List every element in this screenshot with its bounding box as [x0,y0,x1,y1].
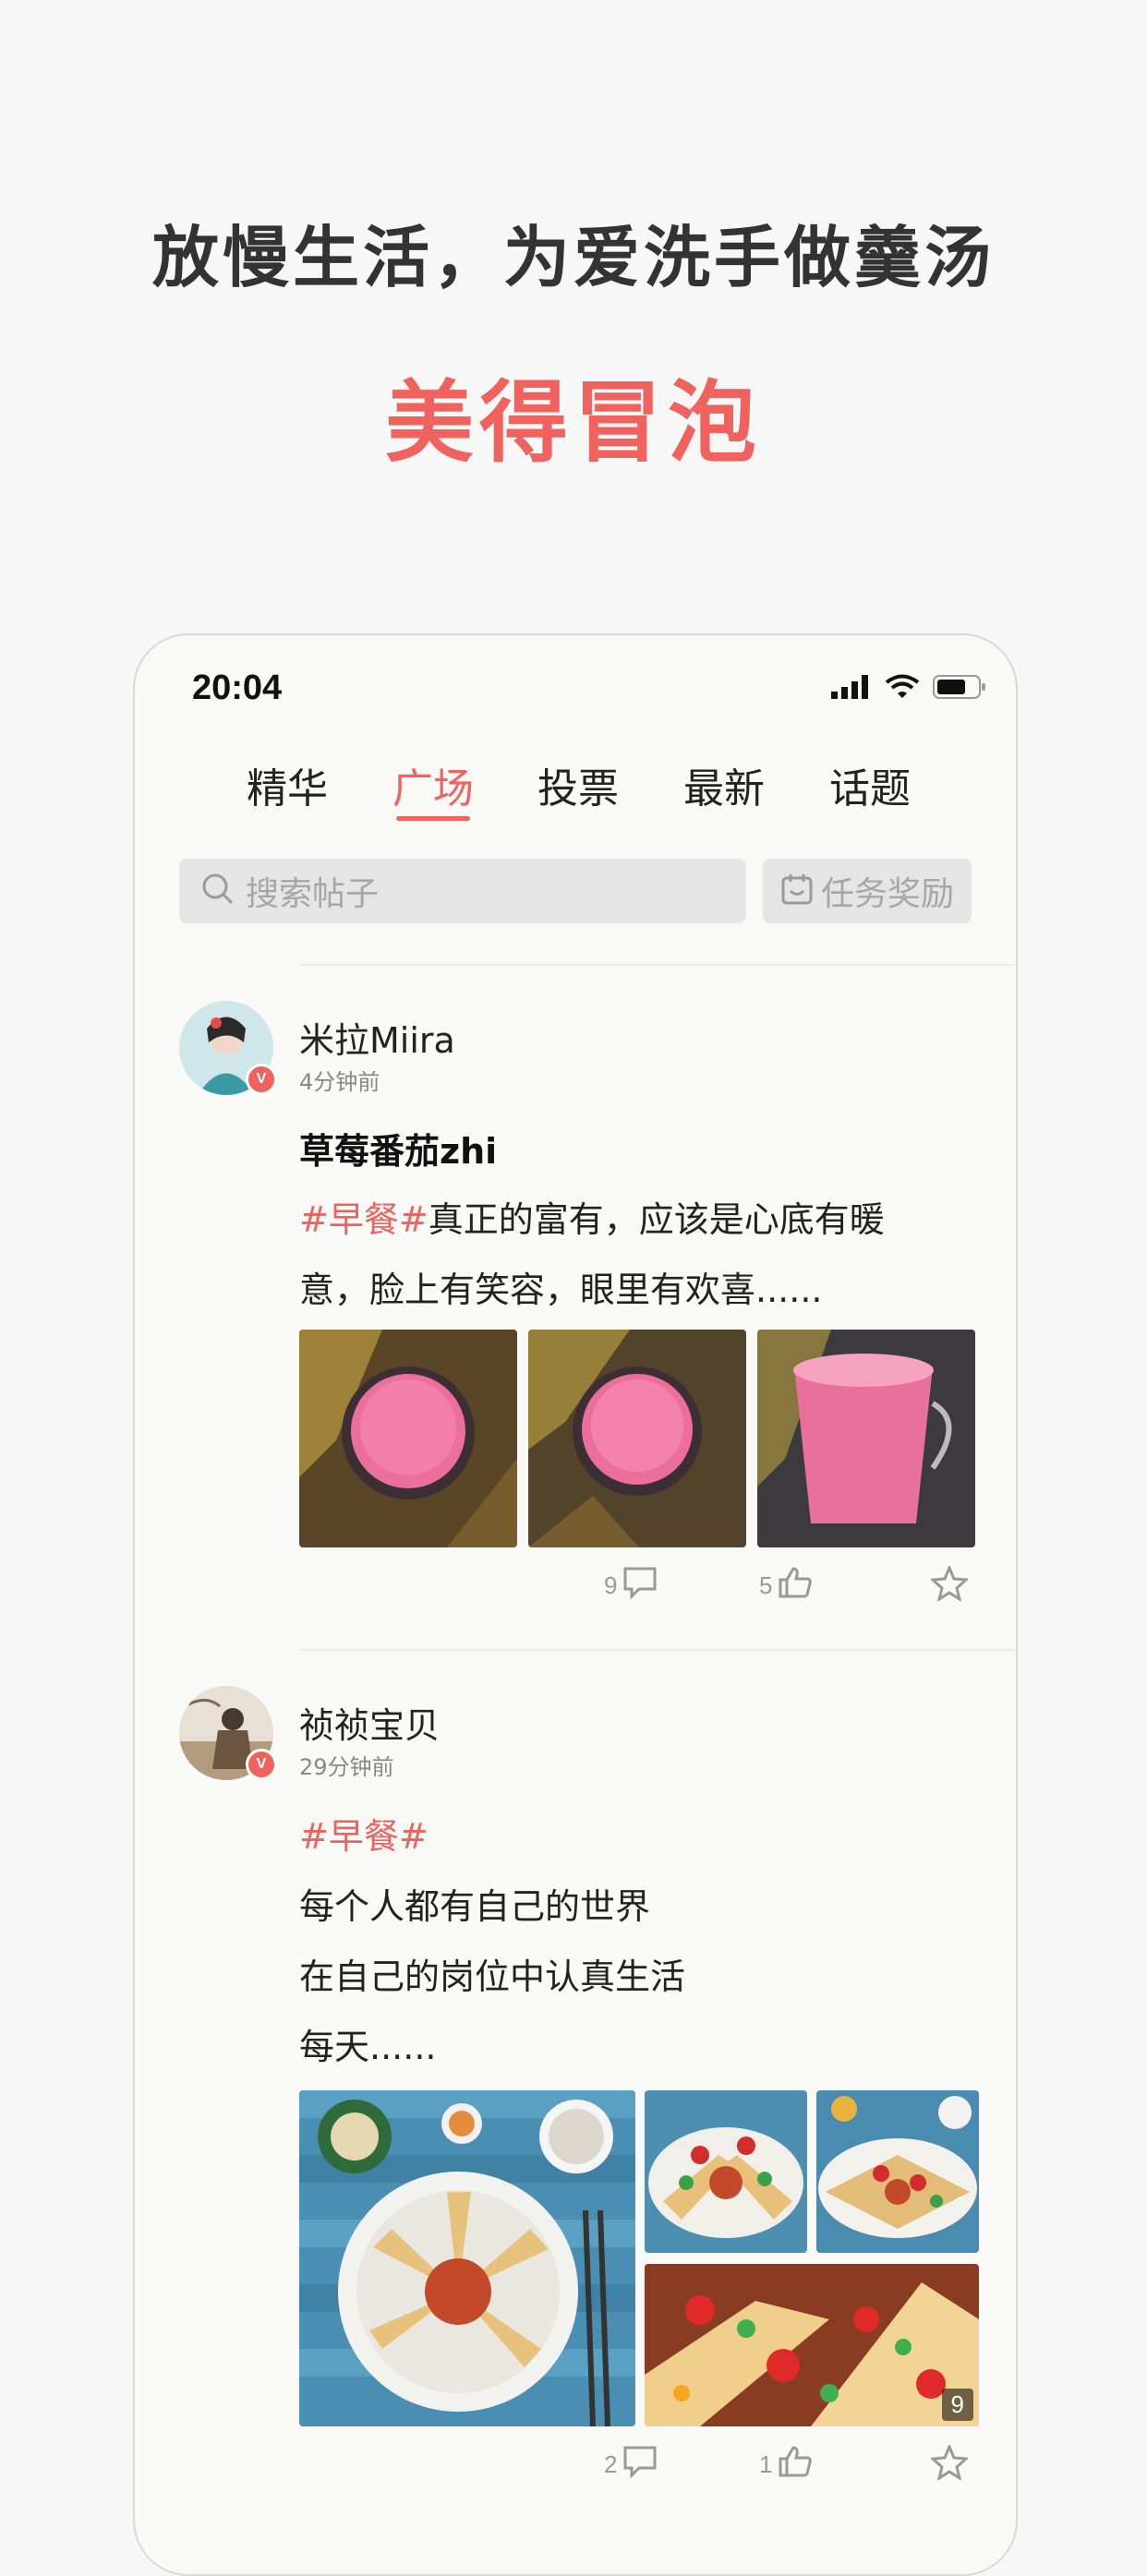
post-username[interactable]: 祯祯宝贝 [299,1697,440,1748]
thumbs-up-icon [778,2445,813,2485]
verified-badge: V [246,1064,277,1095]
tab-topics[interactable]: 话题 [815,755,925,814]
tab-latest[interactable]: 最新 [669,755,779,814]
promo-headline: 放慢生活，为爱洗手做羹汤 [151,219,995,296]
active-tab-indicator [396,816,470,821]
star-icon [929,1564,970,1607]
post-card[interactable]: V 祯祯宝贝 29分钟前 #早餐# 每个人都有自己的世界 在自己的岗位中认真生活… [135,1649,1016,2572]
calendar-icon [780,873,814,909]
post-username[interactable]: 米拉Miira [299,1012,455,1063]
post-body-line: #早餐#真正的富有，应该是心底有暖 [299,1191,885,1242]
post-title[interactable]: 草莓番茄zhi [299,1123,497,1174]
post-body-line: 意，脸上有笑容，眼里有欢喜...... [299,1270,823,1310]
like-count: 5 [759,1571,773,1599]
signal-bars-icon [831,675,872,703]
tab-featured[interactable]: 精华 [232,755,343,814]
hashtag-link[interactable]: #早餐# [299,1808,429,1859]
post-image[interactable] [816,2090,979,2253]
search-icon [201,873,235,909]
comment-count: 9 [604,1571,618,1599]
post-time: 4分钟前 [299,1069,380,1095]
favorite-button[interactable] [929,1564,970,1607]
post-body-line: 每天...... [299,2027,437,2067]
post-image[interactable] [528,1330,746,1547]
verified-badge: V [246,1749,277,1780]
search-row: 搜索帖子 任务奖励 [179,859,972,925]
task-reward-button[interactable]: 任务奖励 [763,859,972,923]
post-image[interactable] [645,2090,807,2253]
tab-bar: 精华 广场 投票 最新 话题 [135,755,1016,829]
status-icons [831,674,986,704]
comment-icon [622,2445,658,2485]
star-icon [929,2443,970,2486]
wifi-icon [885,674,920,704]
status-bar: 20:04 [135,635,1016,737]
search-input[interactable]: 搜索帖子 [179,859,746,923]
favorite-button[interactable] [929,2443,970,2486]
search-placeholder: 搜索帖子 [246,875,380,913]
thumbs-up-icon [778,1566,813,1606]
post-image[interactable] [299,2090,635,2426]
tab-plaza-label: 广场 [392,765,474,813]
like-button[interactable]: 5 [759,1566,813,1606]
hashtag-link[interactable]: #早餐# [299,1199,429,1240]
post-body-line: 在自己的岗位中认真生活 [299,1956,686,1997]
task-reward-label: 任务奖励 [820,875,954,913]
tab-plaza[interactable]: 广场 [378,755,489,821]
comment-count: 2 [604,2450,618,2478]
battery-icon [933,674,986,704]
post-time: 29分钟前 [299,1754,394,1780]
comment-button[interactable]: 9 [604,1566,658,1606]
status-time: 20:04 [192,668,283,707]
post-image[interactable] [757,1330,975,1547]
post-image[interactable]: 9 [645,2264,979,2426]
phone-frame: 20:04 精华 广场 投票 最新 话题 搜索帖子 任务奖励 V 米拉Miira… [133,633,1018,2576]
post-text: 真正的富有，应该是心底有暖 [428,1199,885,1240]
post-image[interactable] [299,1330,517,1547]
comment-button[interactable]: 2 [604,2445,658,2485]
promo-subheadline: 美得冒泡 [385,371,762,475]
like-count: 1 [759,2450,773,2478]
post-body-line: 每个人都有自己的世界 [299,1886,651,1927]
post-card[interactable]: V 米拉Miira 4分钟前 草莓番茄zhi #早餐#真正的富有，应该是心底有暖… [135,964,1016,1603]
tab-vote[interactable]: 投票 [523,755,634,814]
comment-icon [622,1566,658,1606]
like-button[interactable]: 1 [759,2445,813,2485]
image-count-badge: 9 [941,2389,973,2421]
